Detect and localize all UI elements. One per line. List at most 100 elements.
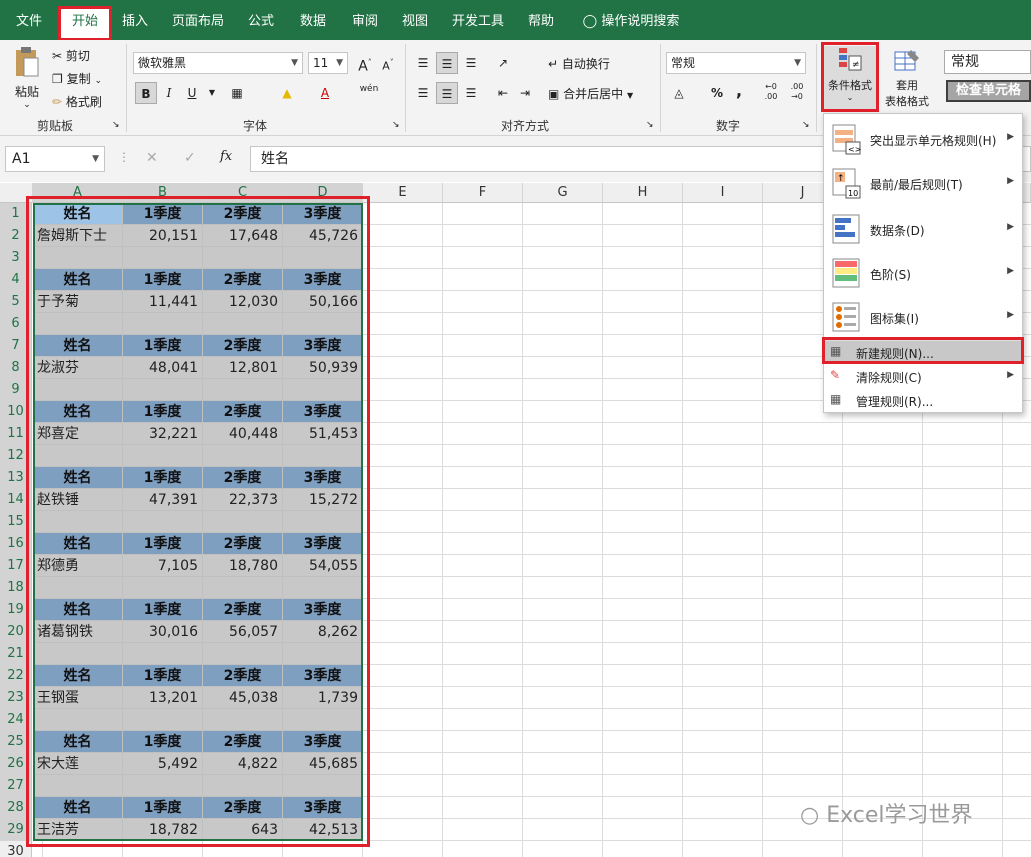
cut-button[interactable]: ✂ 剪切: [52, 47, 90, 64]
font-name-select[interactable]: 微软雅黑 ▼: [133, 52, 303, 74]
menu-item-top-bottom-rules[interactable]: ↑ 10 最前/最后规则(T) ▶: [824, 164, 1022, 204]
increase-indent-icon[interactable]: ⇥: [514, 82, 536, 104]
menu-item-manage-rules[interactable]: ▦ 管理规则(R)...: [824, 389, 1022, 411]
copy-button[interactable]: ❐ 复制 ⌄: [52, 70, 102, 87]
svg-text:↑: ↑: [837, 174, 845, 184]
chevron-right-icon: ▶: [1007, 132, 1014, 142]
chevron-right-icon: ▶: [1007, 310, 1014, 320]
chevron-right-icon: ▶: [1007, 370, 1014, 380]
annotation-highlight-conditional-format: [821, 42, 879, 112]
italic-button[interactable]: I: [158, 82, 180, 104]
align-left-icon[interactable]: ☰: [412, 82, 434, 104]
eraser-icon: ✎: [830, 368, 841, 382]
group-divider: [816, 44, 817, 132]
format-as-table-button[interactable]: 套用 表格格式: [878, 48, 936, 109]
border-icon[interactable]: ▦: [226, 82, 248, 104]
format-painter-button[interactable]: ✏ 格式刷: [52, 93, 102, 110]
chevron-down-icon: ⌄: [23, 100, 31, 110]
tab-page-layout[interactable]: 页面布局: [166, 8, 230, 36]
column-header[interactable]: I: [683, 183, 763, 203]
percent-button[interactable]: %: [706, 82, 728, 104]
font-size-select[interactable]: 11 ▼: [308, 52, 348, 74]
more-icon: ⋮: [118, 150, 130, 164]
menu-item-highlight-rules[interactable]: <> 突出显示单元格规则(H) ▶: [824, 120, 1022, 160]
chevron-down-icon: ▼: [92, 154, 99, 164]
dialog-launcher-icon[interactable]: ↘: [802, 120, 810, 130]
orientation-icon[interactable]: ↗: [492, 52, 514, 74]
annotation-highlight-selection: [26, 196, 370, 847]
data-bars-icon: [832, 214, 860, 244]
group-divider: [126, 44, 127, 132]
brush-icon: ✏: [52, 95, 63, 109]
name-box[interactable]: A1 ▼: [5, 146, 105, 172]
column-header[interactable]: E: [363, 183, 443, 203]
phonetic-button[interactable]: wén: [358, 78, 380, 100]
check-icon[interactable]: ✓: [184, 150, 196, 166]
merge-center-button[interactable]: ▣ 合并后居中 ▼: [548, 85, 633, 102]
tab-developer[interactable]: 开发工具: [446, 8, 510, 36]
grow-font-button[interactable]: A˄: [354, 52, 376, 75]
tab-data[interactable]: 数据: [292, 8, 334, 36]
cell-style-normal[interactable]: 常规: [944, 50, 1031, 74]
copy-icon: ❐: [52, 72, 63, 86]
bold-button[interactable]: B: [135, 82, 157, 104]
menu-item-icon-sets[interactable]: 图标集(I) ▶: [824, 298, 1022, 338]
tab-insert[interactable]: 插入: [114, 8, 156, 36]
align-middle-icon[interactable]: ☰: [436, 52, 458, 74]
shrink-font-button[interactable]: A˅: [377, 52, 399, 74]
ribbon-tab-bar: 文件 开始 插入 页面布局 公式 数据 审阅 视图 开发工具 帮助 ◯ 操作说明…: [0, 0, 1031, 40]
chevron-down-icon[interactable]: ▼: [201, 82, 223, 104]
dialog-launcher-icon[interactable]: ↘: [392, 120, 400, 130]
comma-button[interactable]: ,: [728, 80, 750, 102]
tab-review[interactable]: 审阅: [344, 8, 386, 36]
chevron-down-icon: ▼: [794, 58, 801, 68]
cancel-icon[interactable]: ✕: [146, 150, 158, 166]
svg-text:10: 10: [848, 189, 858, 198]
menu-item-data-bars[interactable]: 数据条(D) ▶: [824, 210, 1022, 250]
increase-decimal-icon[interactable]: ←0.00: [760, 82, 782, 104]
underline-button[interactable]: U: [181, 82, 203, 104]
accounting-format-icon[interactable]: ◬: [668, 82, 690, 104]
icon-sets-icon: [832, 302, 860, 332]
align-center-icon[interactable]: ☰: [436, 82, 458, 104]
merge-icon: ▣: [548, 87, 560, 101]
annotation-highlight-home-tab: [58, 6, 112, 41]
font-color-icon[interactable]: A: [314, 82, 336, 104]
cell-style-check-cell[interactable]: 检查单元格: [946, 80, 1031, 102]
align-bottom-icon[interactable]: ☰: [460, 52, 482, 74]
paste-button[interactable]: 粘贴 ⌄: [12, 46, 42, 116]
tab-file[interactable]: 文件: [8, 8, 50, 36]
dialog-launcher-icon[interactable]: ↘: [112, 120, 120, 130]
chevron-right-icon: ▶: [1007, 176, 1014, 186]
menu-item-color-scales[interactable]: 色阶(S) ▶: [824, 254, 1022, 294]
wrap-text-button[interactable]: ↵ 自动换行: [548, 55, 610, 72]
group-divider: [660, 44, 661, 132]
decrease-indent-icon[interactable]: ⇤: [492, 82, 514, 104]
align-top-icon[interactable]: ☰: [412, 52, 434, 74]
insert-function-icon[interactable]: fx: [220, 149, 232, 164]
highlight-rules-icon: <>: [832, 124, 861, 155]
clipboard-icon: [16, 47, 39, 77]
group-label-clipboard: 剪贴板: [36, 119, 73, 133]
chevron-right-icon: ▶: [1007, 222, 1014, 232]
tab-formulas[interactable]: 公式: [240, 8, 282, 36]
column-header[interactable]: G: [523, 183, 603, 203]
menu-item-clear-rules[interactable]: ✎ 清除规则(C) ▶: [824, 365, 1022, 387]
decrease-decimal-icon[interactable]: .00 →0: [786, 82, 808, 104]
column-header[interactable]: H: [603, 183, 683, 203]
tab-help[interactable]: 帮助: [520, 8, 562, 36]
number-format-select[interactable]: 常规 ▼: [666, 52, 806, 74]
top-bottom-rules-icon: ↑10: [832, 168, 861, 199]
dialog-launcher-icon[interactable]: ↘: [646, 120, 654, 130]
tab-view[interactable]: 视图: [394, 8, 436, 36]
group-label-alignment: 对齐方式: [500, 119, 549, 133]
column-header[interactable]: F: [443, 183, 523, 203]
chat-icon: ○: [800, 803, 820, 828]
watermark: ○ Excel学习世界: [800, 803, 973, 828]
lightbulb-icon: ◯: [582, 14, 598, 29]
annotation-highlight-new-rule: [822, 337, 1024, 364]
tell-me-search[interactable]: ◯ 操作说明搜索: [576, 8, 686, 36]
group-divider: [405, 44, 406, 132]
align-right-icon[interactable]: ☰: [460, 82, 482, 104]
fill-color-icon[interactable]: ▲: [276, 82, 298, 104]
